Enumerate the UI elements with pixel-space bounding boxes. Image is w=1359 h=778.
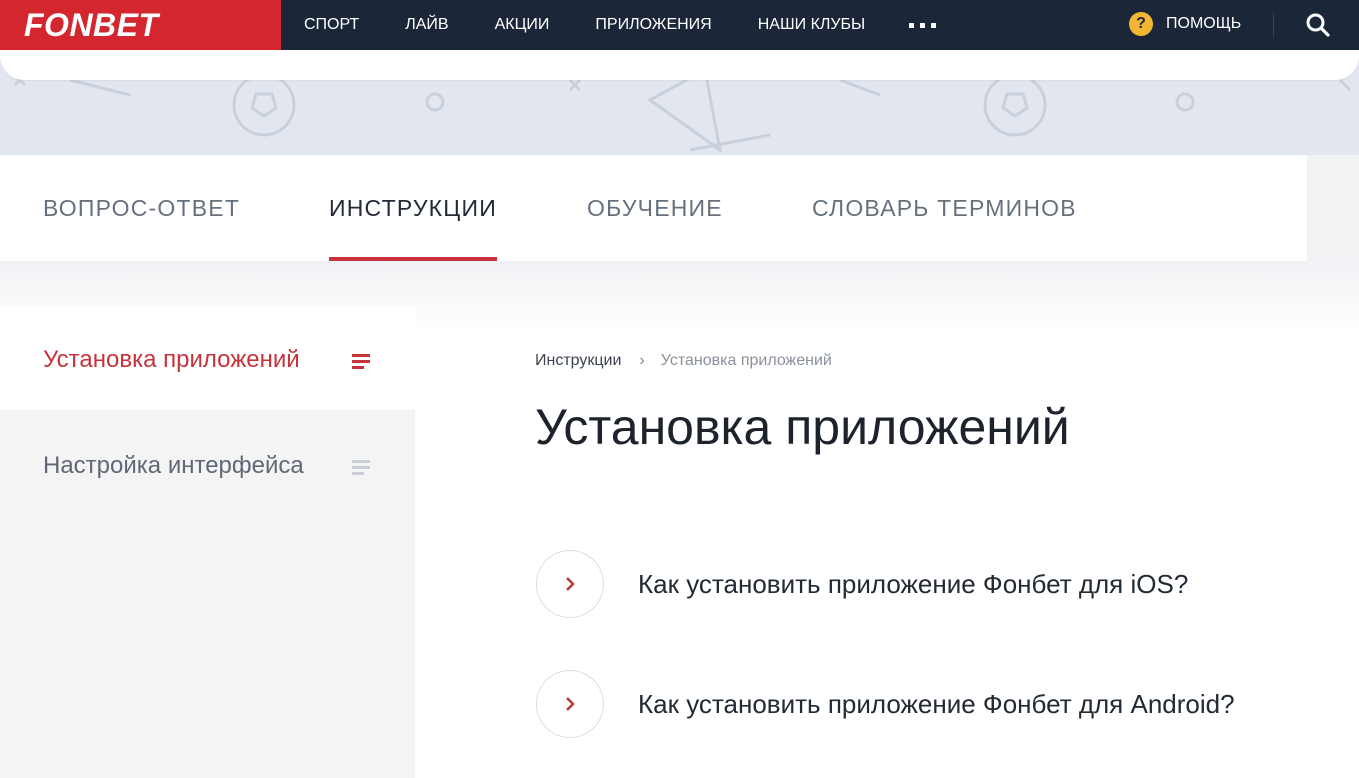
chevron-right-icon bbox=[566, 577, 575, 591]
sidebar-item-app-install[interactable]: Установка приложений bbox=[0, 306, 415, 410]
help-icon: ? bbox=[1129, 12, 1153, 36]
header-bottom-strip bbox=[0, 50, 1359, 80]
article-link-ios[interactable]: Как установить приложение Фонбет для iOS… bbox=[536, 548, 1316, 620]
header-divider bbox=[1273, 13, 1274, 37]
article-title: Как установить приложение Фонбет для iOS… bbox=[638, 568, 1189, 599]
main-nav: СПОРТ ЛАЙВ АКЦИИ ПРИЛОЖЕНИЯ НАШИ КЛУБЫ bbox=[304, 0, 937, 50]
chevron-right-icon: › bbox=[639, 352, 645, 369]
more-menu-icon[interactable] bbox=[909, 22, 937, 28]
fonbet-logo[interactable]: FONBET bbox=[0, 0, 281, 50]
breadcrumb-current: Установка приложений bbox=[660, 352, 832, 369]
tab-faq[interactable]: ВОПРОС-ОТВЕТ bbox=[43, 195, 240, 222]
help-label: ПОМОЩЬ bbox=[1166, 15, 1242, 32]
tab-instructions[interactable]: ИНСТРУКЦИИ bbox=[329, 195, 497, 222]
article-title: Как установить приложение Фонбет для And… bbox=[638, 688, 1235, 719]
article-arrow-button[interactable] bbox=[536, 670, 604, 738]
breadcrumb: Инструкции › Установка приложений bbox=[535, 352, 832, 370]
top-header: FONBET СПОРТ ЛАЙВ АКЦИИ ПРИЛОЖЕНИЯ НАШИ … bbox=[0, 0, 1359, 50]
sidebar-item-label: Настройка интерфейса bbox=[43, 452, 304, 479]
list-lines-icon bbox=[352, 460, 370, 475]
list-lines-icon bbox=[352, 354, 370, 369]
article-arrow-button[interactable] bbox=[536, 550, 604, 618]
sidebar: Установка приложений Настройка интерфейс… bbox=[0, 306, 415, 778]
search-icon[interactable] bbox=[1305, 12, 1331, 38]
sidebar-item-label: Установка приложений bbox=[43, 346, 300, 373]
nav-item-promotions[interactable]: АКЦИИ bbox=[495, 16, 550, 34]
sidebar-item-interface-settings[interactable]: Настройка интерфейса bbox=[0, 410, 415, 514]
nav-item-apps[interactable]: ПРИЛОЖЕНИЯ bbox=[595, 16, 711, 34]
chevron-right-icon bbox=[566, 697, 575, 711]
tab-learning[interactable]: ОБУЧЕНИЕ bbox=[587, 195, 723, 222]
logo-text: FONBET bbox=[24, 6, 159, 43]
nav-item-our-clubs[interactable]: НАШИ КЛУБЫ bbox=[758, 16, 865, 34]
nav-item-live[interactable]: ЛАЙВ bbox=[405, 16, 448, 34]
article-link-android[interactable]: Как установить приложение Фонбет для And… bbox=[536, 668, 1316, 740]
nav-item-sport[interactable]: СПОРТ bbox=[304, 16, 359, 34]
help-tabs: ВОПРОС-ОТВЕТ ИНСТРУКЦИИ ОБУЧЕНИЕ СЛОВАРЬ… bbox=[0, 155, 1307, 261]
tab-glossary[interactable]: СЛОВАРЬ ТЕРМИНОВ bbox=[812, 195, 1077, 222]
help-link[interactable]: ? ПОМОЩЬ bbox=[1129, 12, 1241, 36]
page-title: Установка приложений bbox=[535, 399, 1070, 455]
tabs-side-panel bbox=[1307, 155, 1359, 261]
breadcrumb-instructions-link[interactable]: Инструкции bbox=[535, 352, 621, 370]
